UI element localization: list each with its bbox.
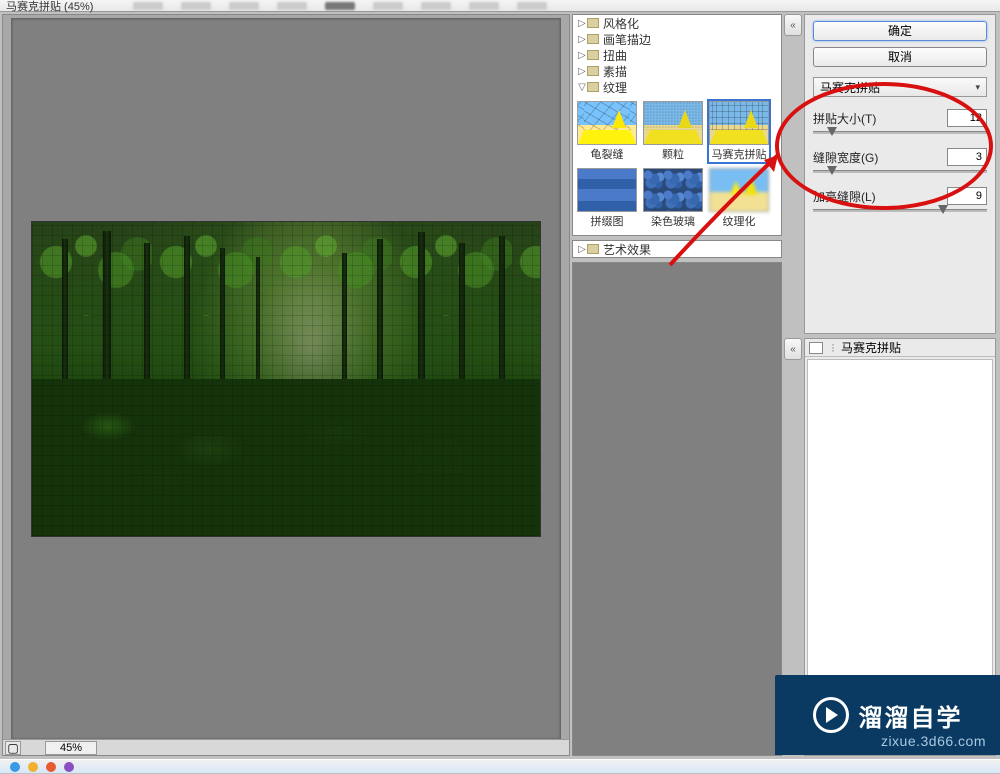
thumb-craquelure[interactable]: 龟裂缝 <box>575 99 639 164</box>
ok-button[interactable]: 确定 <box>813 21 987 41</box>
play-icon <box>813 697 849 733</box>
folder-icon <box>587 34 599 44</box>
preview-image <box>31 221 541 537</box>
folder-icon <box>587 66 599 76</box>
folder-brush-strokes[interactable]: 画笔描边 <box>573 31 781 47</box>
tile-size-slider[interactable] <box>813 131 987 134</box>
cancel-button[interactable]: 取消 <box>813 47 987 67</box>
folder-icon <box>587 82 599 92</box>
window-titlebar: 马赛克拼贴 (45%) <box>0 0 1000 12</box>
preview-panel: ▢ 45% <box>2 14 570 756</box>
thumb-stained-glass[interactable]: 染色玻璃 <box>641 166 705 231</box>
grout-width-input[interactable] <box>947 148 987 166</box>
watermark-url: zixue.3d66.com <box>881 733 986 749</box>
watermark-logo: 溜溜自学 zixue.3d66.com <box>775 675 1000 755</box>
gallery-spacer <box>572 262 782 756</box>
os-taskbar <box>0 759 1000 773</box>
lighten-grout-input[interactable] <box>947 187 987 205</box>
chevron-down-icon: ▾ <box>975 82 980 93</box>
grout-width-slider[interactable] <box>813 170 987 173</box>
lighten-grout-slider[interactable] <box>813 209 987 212</box>
filter-dropdown[interactable]: 马赛克拼贴 ▾ <box>813 77 987 97</box>
grip-icon: ⁝ <box>829 341 837 355</box>
folder-sketch[interactable]: 素描 <box>573 63 781 79</box>
visibility-toggle-icon[interactable] <box>809 342 823 354</box>
thumb-texturizer[interactable]: 纹理化 <box>707 166 771 231</box>
watermark-text: 溜溜自学 <box>859 698 963 733</box>
history-item-label: 马赛克拼贴 <box>841 339 901 356</box>
collapse-chevron-icon[interactable]: « <box>784 14 802 36</box>
filter-thumbnails: 龟裂缝 颗粒 马赛克拼贴 拼缀图 染色玻璃 纹理化 <box>573 95 781 235</box>
filter-gallery-panel: 风格化 画笔描边 扭曲 素描 纹理 龟裂缝 颗粒 马赛克拼贴 拼缀图 染色玻璃 … <box>572 14 782 756</box>
folder-artistic[interactable]: 艺术效果 <box>573 241 781 257</box>
zoom-level[interactable]: 45% <box>45 741 97 755</box>
param-label: 拼贴大小(T) <box>813 110 876 127</box>
thumb-patchwork[interactable]: 拼缀图 <box>575 166 639 231</box>
param-label: 加亮缝隙(L) <box>813 188 876 205</box>
collapse-chevron-icon[interactable]: « <box>784 338 802 360</box>
filter-controls-panel: 确定 取消 马赛克拼贴 ▾ 拼贴大小(T) 缝隙宽度 <box>804 14 996 334</box>
folder-icon <box>587 50 599 60</box>
folder-icon <box>587 18 599 28</box>
folder-stylize[interactable]: 风格化 <box>573 15 781 31</box>
param-lighten-grout: 加亮缝隙(L) <box>813 187 987 212</box>
titlebar-blurred-menu <box>133 2 547 10</box>
folder-distort[interactable]: 扭曲 <box>573 47 781 63</box>
window-title: 马赛克拼贴 (45%) <box>6 0 93 14</box>
thumb-grain[interactable]: 颗粒 <box>641 99 705 164</box>
folder-texture[interactable]: 纹理 <box>573 79 781 95</box>
folder-icon <box>587 244 599 254</box>
filter-category-list: 风格化 画笔描边 扭曲 素描 纹理 <box>573 15 781 95</box>
preview-canvas[interactable] <box>11 18 561 740</box>
thumb-mosaic-tiles[interactable]: 马赛克拼贴 <box>707 99 771 164</box>
nav-button[interactable]: ▢ <box>5 741 21 755</box>
filter-dropdown-label: 马赛克拼贴 <box>820 79 880 96</box>
tile-size-input[interactable] <box>947 109 987 127</box>
param-tile-size: 拼贴大小(T) <box>813 109 987 134</box>
param-label: 缝隙宽度(G) <box>813 149 878 166</box>
preview-bottom-bar: ▢ 45% <box>3 739 569 755</box>
param-grout-width: 缝隙宽度(G) <box>813 148 987 173</box>
